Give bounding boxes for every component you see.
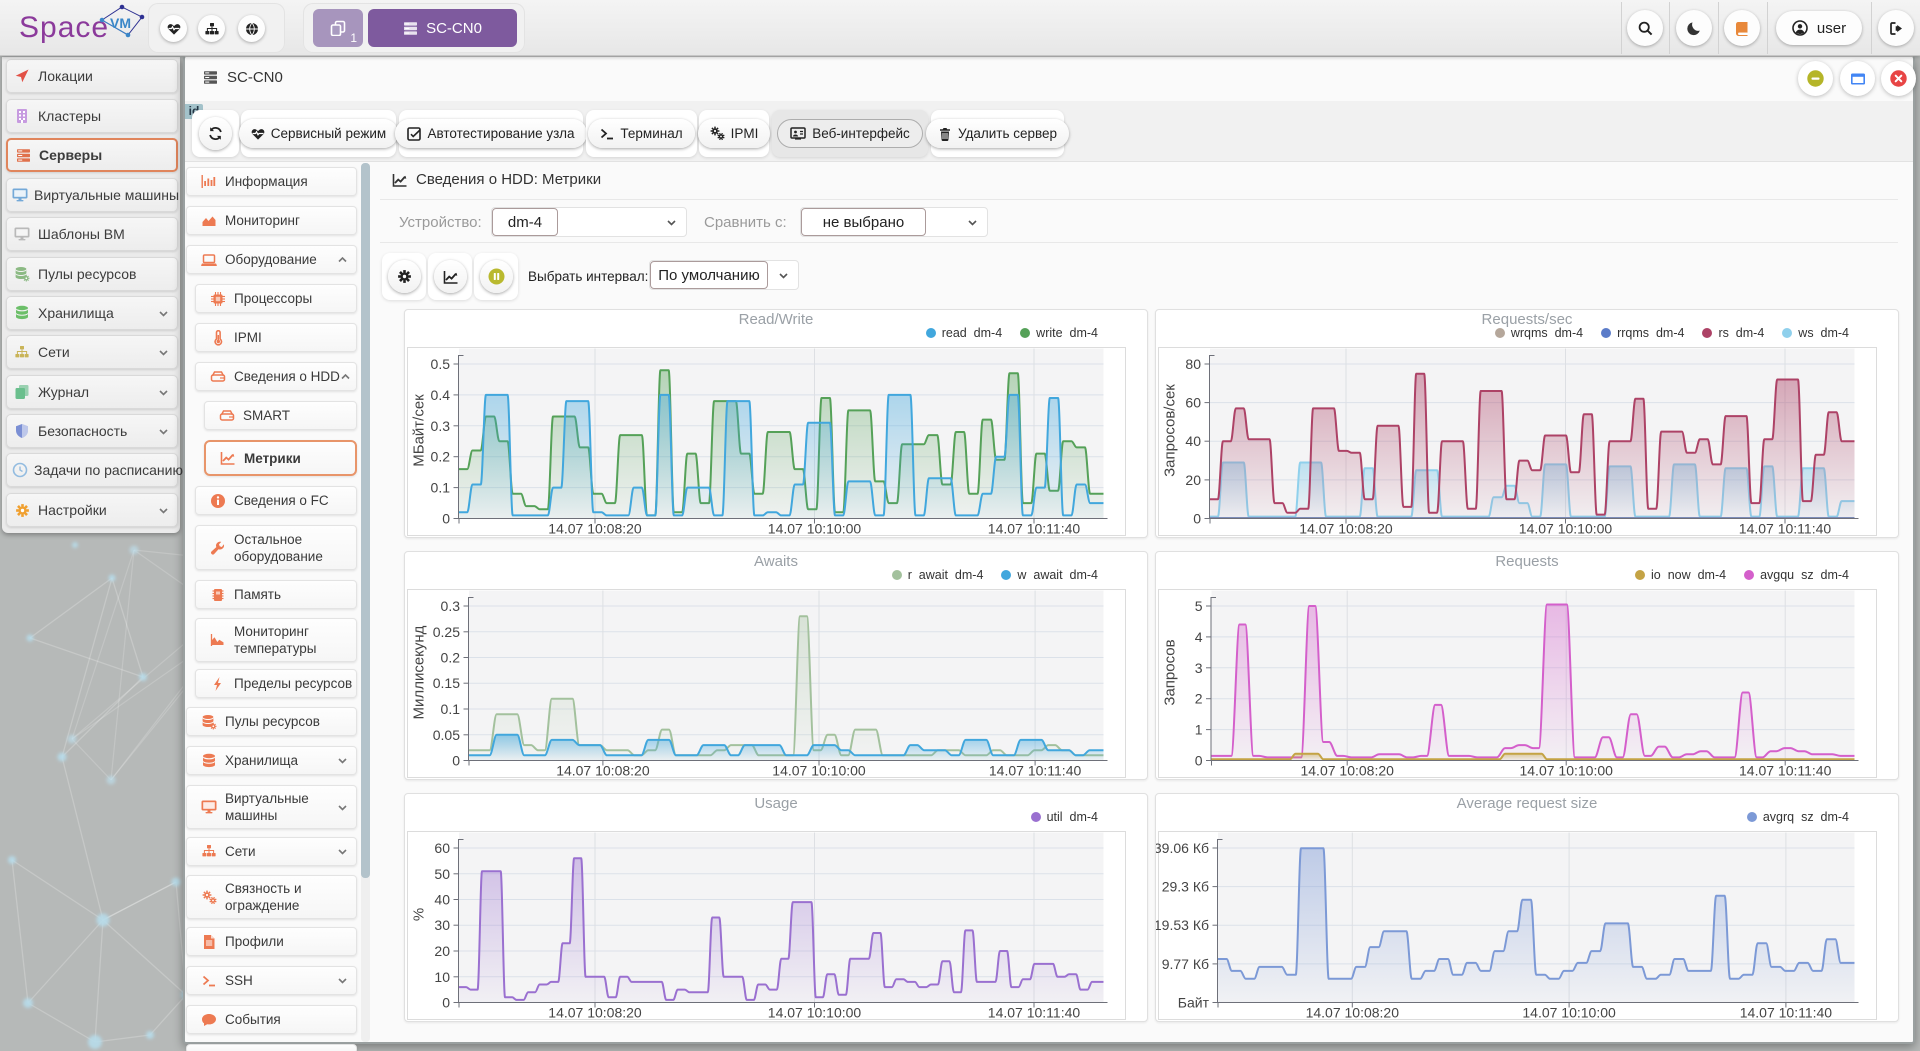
- svg-text:14.07 10:08:20: 14.07 10:08:20: [548, 1005, 642, 1021]
- svg-text:14.07 10:08:20: 14.07 10:08:20: [556, 763, 650, 779]
- svg-text:14.07 10:10:00: 14.07 10:10:00: [768, 521, 862, 537]
- svg-text:0: 0: [442, 995, 450, 1011]
- svg-text:0: 0: [452, 753, 460, 769]
- svg-text:0.5: 0.5: [431, 356, 451, 372]
- svg-text:14.07 10:11:40: 14.07 10:11:40: [989, 763, 1082, 779]
- svg-text:14.07 10:11:40: 14.07 10:11:40: [988, 1005, 1081, 1021]
- svg-text:0.3: 0.3: [441, 598, 461, 614]
- svg-text:VM: VM: [110, 15, 131, 31]
- svg-text:14.07 10:11:40: 14.07 10:11:40: [988, 521, 1081, 537]
- svg-text:80: 80: [1185, 356, 1201, 372]
- svg-text:0.1: 0.1: [441, 701, 461, 717]
- svg-text:14.07 10:10:00: 14.07 10:10:00: [772, 763, 866, 779]
- svg-text:0: 0: [1193, 511, 1201, 527]
- svg-text:0.1: 0.1: [431, 480, 451, 496]
- svg-text:14.07 10:10:00: 14.07 10:10:00: [1522, 1005, 1616, 1021]
- svg-text:14.07 10:11:40: 14.07 10:11:40: [1740, 1005, 1833, 1021]
- svg-text:0.4: 0.4: [431, 387, 451, 403]
- svg-text:20: 20: [1185, 472, 1201, 488]
- svg-text:19.53 Кб: 19.53 Кб: [1156, 917, 1209, 933]
- svg-text:3: 3: [1195, 660, 1203, 676]
- svg-text:0.05: 0.05: [433, 727, 460, 743]
- svg-text:4: 4: [1195, 629, 1203, 645]
- svg-text:29.3 Кб: 29.3 Кб: [1162, 879, 1209, 895]
- svg-text:0.25: 0.25: [433, 624, 460, 640]
- svg-text:1: 1: [1195, 722, 1203, 738]
- svg-text:0.2: 0.2: [441, 650, 461, 666]
- svg-text:14.07 10:11:40: 14.07 10:11:40: [1739, 763, 1832, 779]
- svg-text:14.07 10:11:40: 14.07 10:11:40: [1739, 521, 1832, 537]
- svg-text:Байт: Байт: [1178, 995, 1210, 1011]
- svg-text:40: 40: [1185, 433, 1201, 449]
- svg-text:14.07 10:08:20: 14.07 10:08:20: [1299, 521, 1393, 537]
- svg-text:0: 0: [1195, 753, 1203, 769]
- svg-text:14.07 10:10:00: 14.07 10:10:00: [1519, 521, 1613, 537]
- svg-text:0.2: 0.2: [431, 449, 451, 465]
- svg-text:60: 60: [1185, 395, 1201, 411]
- svg-text:30: 30: [434, 917, 450, 933]
- svg-text:0.15: 0.15: [433, 675, 460, 691]
- svg-text:50: 50: [434, 866, 450, 882]
- svg-text:14.07 10:08:20: 14.07 10:08:20: [1300, 763, 1394, 779]
- svg-text:2: 2: [1195, 691, 1203, 707]
- svg-text:14.07 10:08:20: 14.07 10:08:20: [548, 521, 642, 537]
- svg-text:14.07 10:08:20: 14.07 10:08:20: [1306, 1005, 1400, 1021]
- svg-text:10: 10: [434, 969, 450, 985]
- svg-text:14.07 10:10:00: 14.07 10:10:00: [768, 1005, 862, 1021]
- svg-text:0: 0: [442, 511, 450, 527]
- svg-text:20: 20: [434, 943, 450, 959]
- svg-text:60: 60: [434, 840, 450, 856]
- svg-text:39.06 Кб: 39.06 Кб: [1156, 840, 1209, 856]
- svg-text:40: 40: [434, 892, 450, 908]
- svg-text:0.3: 0.3: [431, 418, 451, 434]
- svg-text:9.77 Кб: 9.77 Кб: [1162, 956, 1209, 972]
- svg-text:5: 5: [1195, 598, 1203, 614]
- svg-text:14.07 10:10:00: 14.07 10:10:00: [1519, 763, 1613, 779]
